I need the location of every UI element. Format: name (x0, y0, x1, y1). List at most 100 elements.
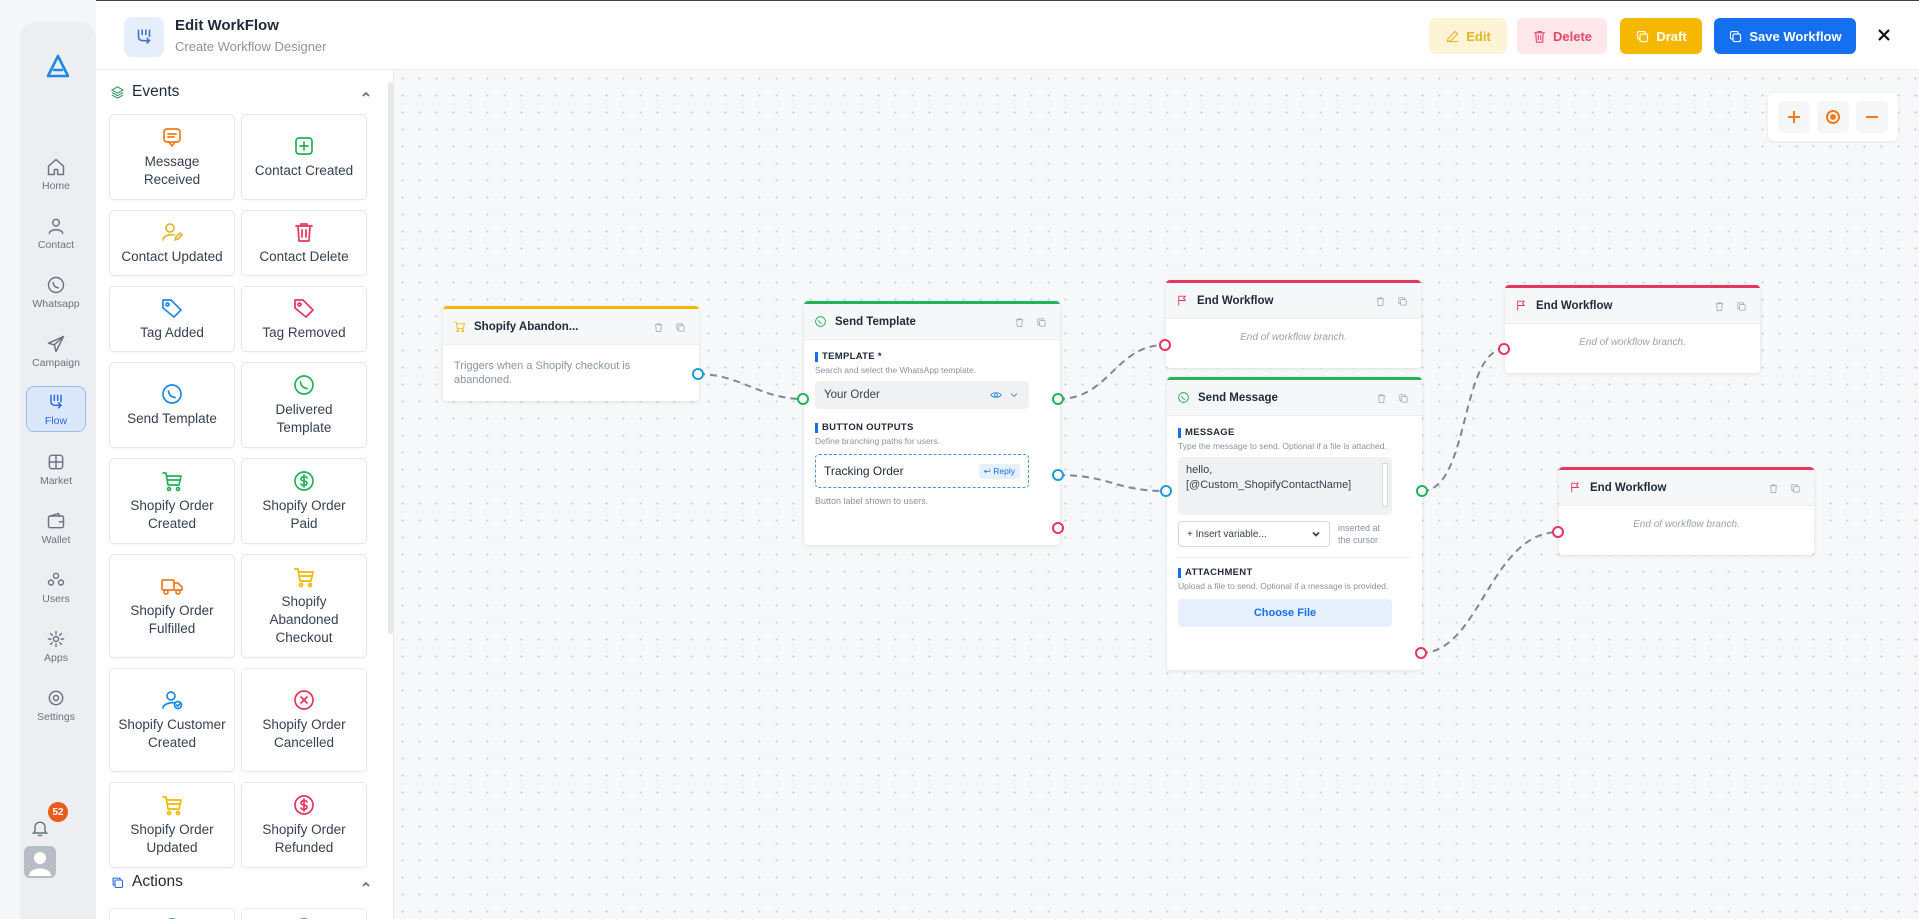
event-card-send-template[interactable]: Send Template (109, 362, 235, 448)
event-card-contact-delete[interactable]: Contact Delete (241, 210, 367, 276)
template-field-label: TEMPLATE * (815, 352, 1049, 362)
event-card-tag-added[interactable]: Tag Added (109, 286, 235, 352)
plus-square-icon (295, 137, 313, 155)
close-button[interactable] (1872, 23, 1896, 47)
nav-campaign[interactable]: Campaign (26, 327, 86, 375)
actions-collapse-chevron[interactable] (360, 877, 372, 889)
users-icon (47, 572, 65, 586)
end-node-message: End of workflow branch. (1633, 519, 1740, 530)
event-card-shopify-order-created[interactable]: Shopify Order Created (109, 458, 235, 544)
delete-node-button[interactable] (1014, 315, 1028, 329)
choose-file-button[interactable]: Choose File (1178, 599, 1392, 627)
fit-view-button[interactable] (1816, 101, 1849, 133)
message-fail-port[interactable] (1415, 647, 1427, 659)
template-output-port[interactable] (1052, 393, 1064, 405)
node-end-workflow-3[interactable]: End Workflow End of workflow branch. (1559, 467, 1814, 555)
nav-whatsapp-label: Whatsapp (32, 297, 80, 310)
duplicate-node-button[interactable] (1398, 391, 1412, 405)
nav-apps[interactable]: Apps (26, 622, 86, 670)
event-card-delivered-template[interactable]: Delivered Template (241, 362, 367, 448)
event-card-message-received[interactable]: Message Received (109, 114, 235, 200)
notifications-button[interactable] (30, 818, 50, 838)
duplicate-node-button[interactable] (1036, 315, 1050, 329)
nav-settings[interactable]: Settings (26, 681, 86, 729)
event-card-shopify-customer-created[interactable]: Shopify Customer Created (109, 668, 235, 772)
app-logo-icon[interactable] (44, 52, 72, 80)
nav-market-label: Market (39, 474, 73, 487)
message-textarea[interactable]: hello, [@Custom_ShopifyContactName] (1178, 457, 1392, 515)
duplicate-node-button[interactable] (1790, 481, 1804, 495)
action-card-partial[interactable] (109, 908, 235, 919)
settings-icon (48, 690, 64, 705)
delete-button[interactable]: Delete (1517, 18, 1607, 54)
nav-flow[interactable]: Flow (26, 386, 86, 432)
duplicate-node-button[interactable] (675, 320, 689, 334)
button-outputs-label: BUTTON OUTPUTS (815, 423, 1049, 433)
nav-whatsapp[interactable]: Whatsapp (26, 268, 86, 316)
edit-button[interactable]: Edit (1429, 18, 1507, 54)
zoom-out-button[interactable] (1856, 101, 1889, 133)
whatsapp-icon (162, 384, 182, 404)
event-card-shopify-order-refunded[interactable]: Shopify Order Refunded (241, 782, 367, 868)
events-section-header[interactable]: Events (110, 83, 179, 101)
eye-icon[interactable] (990, 389, 1002, 401)
actions-section-title: Actions (132, 873, 183, 890)
message-output-port[interactable] (1416, 485, 1428, 497)
button-outputs-footer: Button label shown to users. (815, 496, 929, 506)
zoom-in-button[interactable] (1777, 101, 1810, 133)
event-card-shopify-order-fulfilled[interactable]: Shopify Order Fulfilled (109, 554, 235, 658)
node-send-message[interactable]: Send Message MESSAGE Type the message to… (1167, 377, 1422, 670)
event-card-tag-removed[interactable]: Tag Removed (241, 286, 367, 352)
node-title: End Workflow (1536, 299, 1613, 312)
delete-node-button[interactable] (1376, 391, 1390, 405)
event-card-contact-updated[interactable]: Contact Updated (109, 210, 235, 276)
event-card-shopify-order-updated[interactable]: Shopify Order Updated (109, 782, 235, 868)
nav-wallet[interactable]: Wallet (26, 504, 86, 552)
node-shopify-abandoned-trigger[interactable]: Shopify Abandon... Triggers when a Shopi… (443, 306, 699, 401)
template-select[interactable]: Your Order (815, 381, 1029, 409)
page-title: Edit WorkFlow (175, 17, 279, 34)
node-send-template[interactable]: Send Template TEMPLATE * Search and sele… (804, 301, 1060, 545)
whatsapp-icon (47, 276, 65, 293)
save-workflow-button[interactable]: Save Workflow (1714, 18, 1856, 54)
nav-home[interactable]: Home (26, 150, 86, 198)
reply-tag-label: Reply (993, 465, 1015, 476)
template-input-port[interactable] (797, 393, 809, 405)
end1-input-port[interactable] (1159, 339, 1171, 351)
nav-market[interactable]: Market (26, 445, 86, 493)
copy-icon (1037, 317, 1046, 327)
trigger-output-port[interactable] (692, 368, 704, 380)
nav-users-label: Users (42, 592, 70, 605)
textarea-scrollbar[interactable] (1382, 463, 1388, 507)
node-end-workflow-1[interactable]: End Workflow End of workflow branch. (1166, 280, 1421, 368)
draft-button[interactable]: Draft (1620, 18, 1702, 54)
output-button-tracking-order[interactable]: Tracking Order ↩ Reply (815, 454, 1029, 488)
event-card-shopify-abandoned-checkout[interactable]: Shopify Abandoned Checkout (241, 554, 367, 658)
palette-scrollbar[interactable] (388, 82, 393, 634)
event-card-contact-created[interactable]: Contact Created (241, 114, 367, 200)
delete-node-button[interactable] (1714, 299, 1728, 313)
events-collapse-chevron[interactable] (360, 87, 372, 99)
duplicate-node-button[interactable] (1397, 294, 1411, 308)
node-title: End Workflow (1197, 294, 1274, 307)
node-end-workflow-2[interactable]: End Workflow End of workflow branch. (1505, 285, 1760, 373)
insert-variable-select[interactable]: + Insert variable... (1178, 521, 1330, 547)
delete-node-button[interactable] (1375, 294, 1389, 308)
action-card-partial[interactable] (241, 908, 367, 919)
message-input-port[interactable] (1160, 485, 1172, 497)
end2-input-port[interactable] (1498, 343, 1510, 355)
tracking-order-output-port[interactable] (1052, 469, 1064, 481)
actions-section-header[interactable]: Actions (110, 873, 183, 891)
template-fail-port[interactable] (1052, 522, 1064, 534)
nav-contact[interactable]: Contact (26, 209, 86, 257)
message-field-hint: Type the message to send. Optional if a … (1178, 441, 1387, 451)
node-title: Send Message (1198, 391, 1278, 404)
event-card-shopify-order-paid[interactable]: Shopify Order Paid (241, 458, 367, 544)
avatar[interactable] (24, 846, 56, 878)
duplicate-node-button[interactable] (1736, 299, 1750, 313)
delete-node-button[interactable] (653, 320, 667, 334)
end3-input-port[interactable] (1552, 526, 1564, 538)
event-card-shopify-order-cancelled[interactable]: Shopify Order Cancelled (241, 668, 367, 772)
nav-users[interactable]: Users (26, 563, 86, 611)
delete-node-button[interactable] (1768, 481, 1782, 495)
